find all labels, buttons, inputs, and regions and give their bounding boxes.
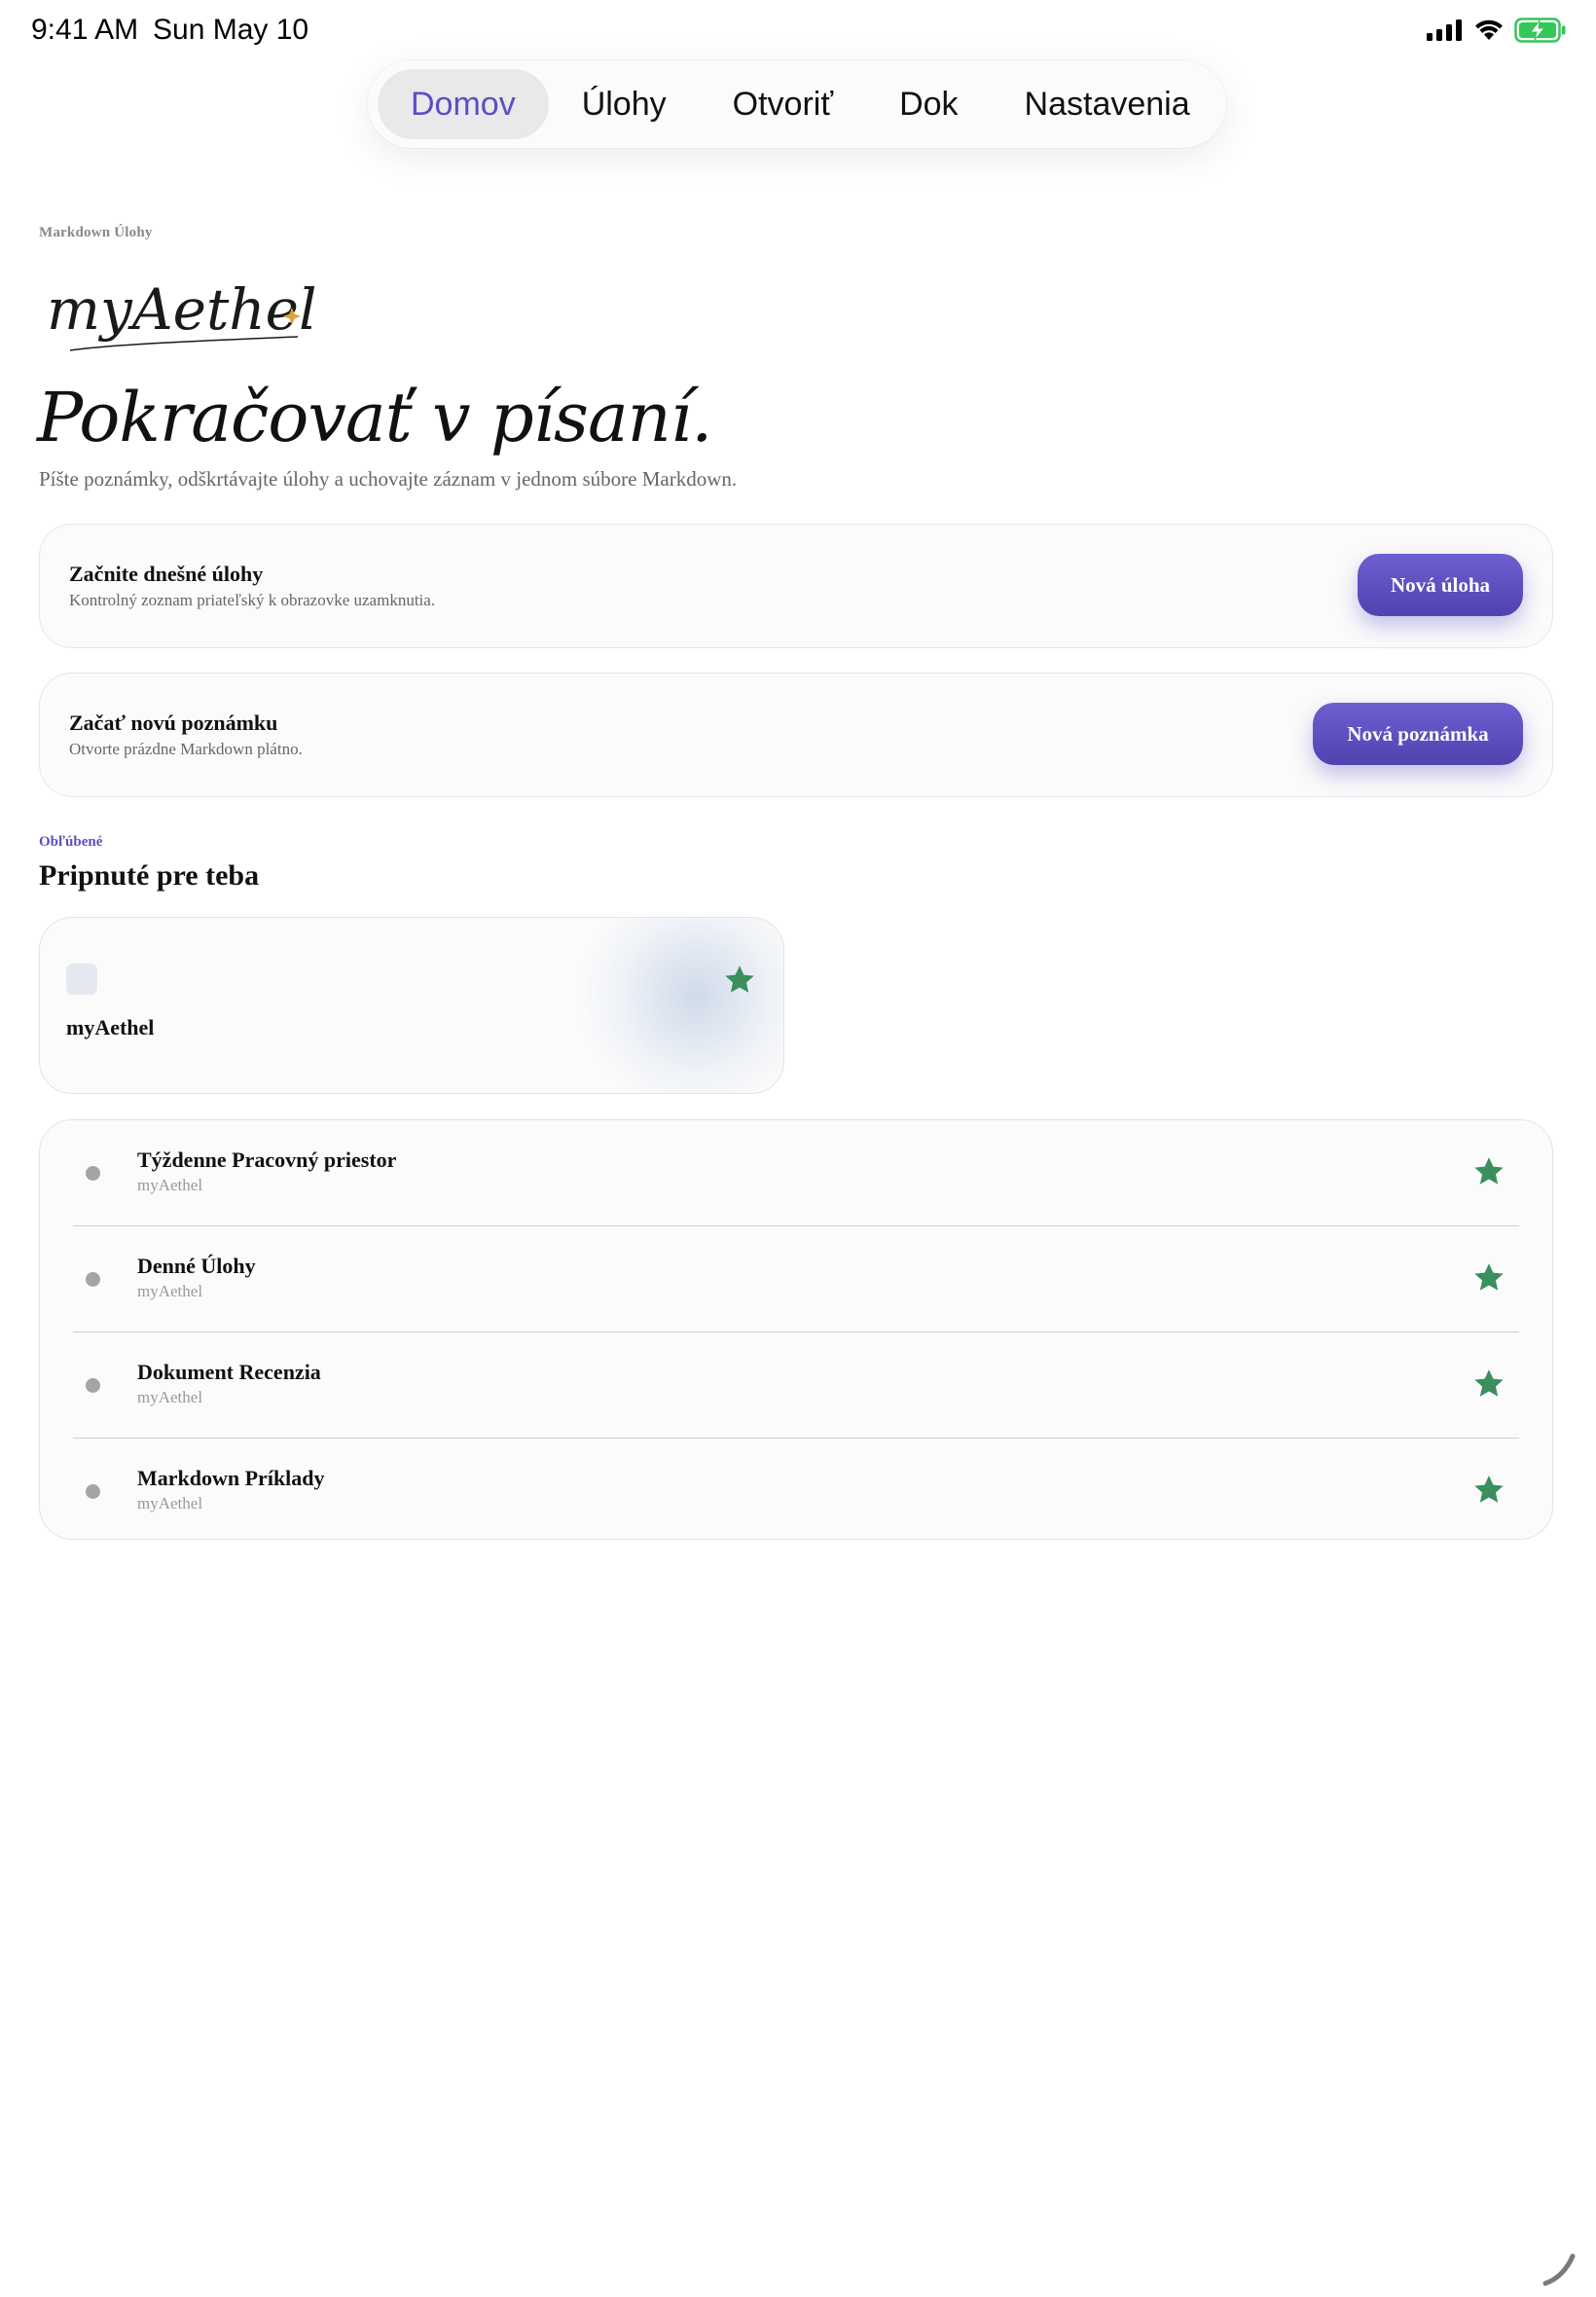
tab-dok[interactable]: Dok	[866, 69, 991, 139]
breadcrumb: Markdown Úlohy	[39, 225, 153, 240]
status-bar: 9:41 AM Sun May 10	[0, 0, 1596, 62]
page-subtitle: Píšte poznámky, odškrtávajte úlohy a uch…	[39, 467, 738, 491]
item-title: Dokument Recenzia	[137, 1360, 321, 1384]
card-title: Začať novú poznámku	[69, 711, 278, 735]
status-date: Sun May 10	[153, 14, 309, 46]
star-icon[interactable]	[1472, 1155, 1505, 1188]
new-task-button[interactable]: Nová úloha	[1358, 554, 1523, 616]
new-note-card: Začať novú poznámku Otvorte prázdne Mark…	[39, 673, 1553, 797]
star-icon[interactable]	[1472, 1474, 1505, 1507]
star-icon[interactable]	[723, 964, 756, 997]
top-nav: Domov Úlohy Otvoriť Dok Nastavenia	[368, 60, 1226, 148]
battery-charging-icon	[1514, 18, 1566, 43]
scribble-indicator-icon	[1542, 2253, 1576, 2286]
list-item[interactable]: Dokument Recenzia myAethel	[73, 1332, 1519, 1439]
bullet-icon	[86, 1166, 100, 1181]
card-title: Začnite dnešné úlohy	[69, 562, 264, 586]
item-subtitle: myAethel	[137, 1282, 203, 1300]
item-subtitle: myAethel	[137, 1494, 203, 1513]
pinned-name: myAethel	[66, 1015, 155, 1039]
list-item[interactable]: Markdown Príklady myAethel	[73, 1439, 1519, 1545]
list-item[interactable]: Denné Úlohy myAethel	[73, 1226, 1519, 1332]
wifi-icon	[1475, 19, 1503, 40]
card-description: Otvorte prázdne Markdown plátno.	[69, 740, 303, 758]
logo-text: myAethel	[47, 276, 317, 343]
favorites-label: Obľúbené	[39, 834, 103, 850]
tab-ulohy[interactable]: Úlohy	[549, 69, 700, 139]
item-subtitle: myAethel	[137, 1176, 203, 1194]
page-title: Pokračovať v písaní.	[37, 378, 712, 457]
tab-otvorit[interactable]: Otvoriť	[700, 69, 866, 139]
tab-nastavenia[interactable]: Nastavenia	[992, 69, 1223, 139]
card-glow	[579, 918, 783, 1093]
bullet-icon	[86, 1484, 100, 1499]
card-description: Kontrolný zoznam priateľský k obrazovke …	[69, 591, 436, 609]
pinned-card[interactable]: myAethel	[39, 917, 784, 1094]
app-logo: myAethel	[47, 276, 317, 351]
status-time: 9:41 AM	[31, 14, 139, 46]
bullet-icon	[86, 1378, 100, 1393]
star-icon[interactable]	[1472, 1367, 1505, 1401]
item-title: Týždenne Pracovný priestor	[137, 1148, 397, 1172]
item-title: Denné Úlohy	[137, 1254, 256, 1278]
bullet-icon	[86, 1272, 100, 1287]
start-tasks-card: Začnite dnešné úlohy Kontrolný zoznam pr…	[39, 524, 1553, 648]
document-icon	[66, 964, 97, 995]
tab-domov[interactable]: Domov	[378, 69, 549, 139]
list-item[interactable]: Týždenne Pracovný priestor myAethel	[73, 1120, 1519, 1226]
star-icon[interactable]	[1472, 1261, 1505, 1294]
item-title: Markdown Príklady	[137, 1466, 325, 1490]
favorites-list: Týždenne Pracovný priestor myAethel Denn…	[39, 1119, 1553, 1540]
status-icons	[1427, 18, 1567, 43]
new-note-button[interactable]: Nová poznámka	[1313, 703, 1523, 765]
cellular-signal-icon	[1427, 19, 1462, 41]
favorites-title: Pripnuté pre teba	[39, 859, 260, 892]
item-subtitle: myAethel	[137, 1388, 203, 1406]
